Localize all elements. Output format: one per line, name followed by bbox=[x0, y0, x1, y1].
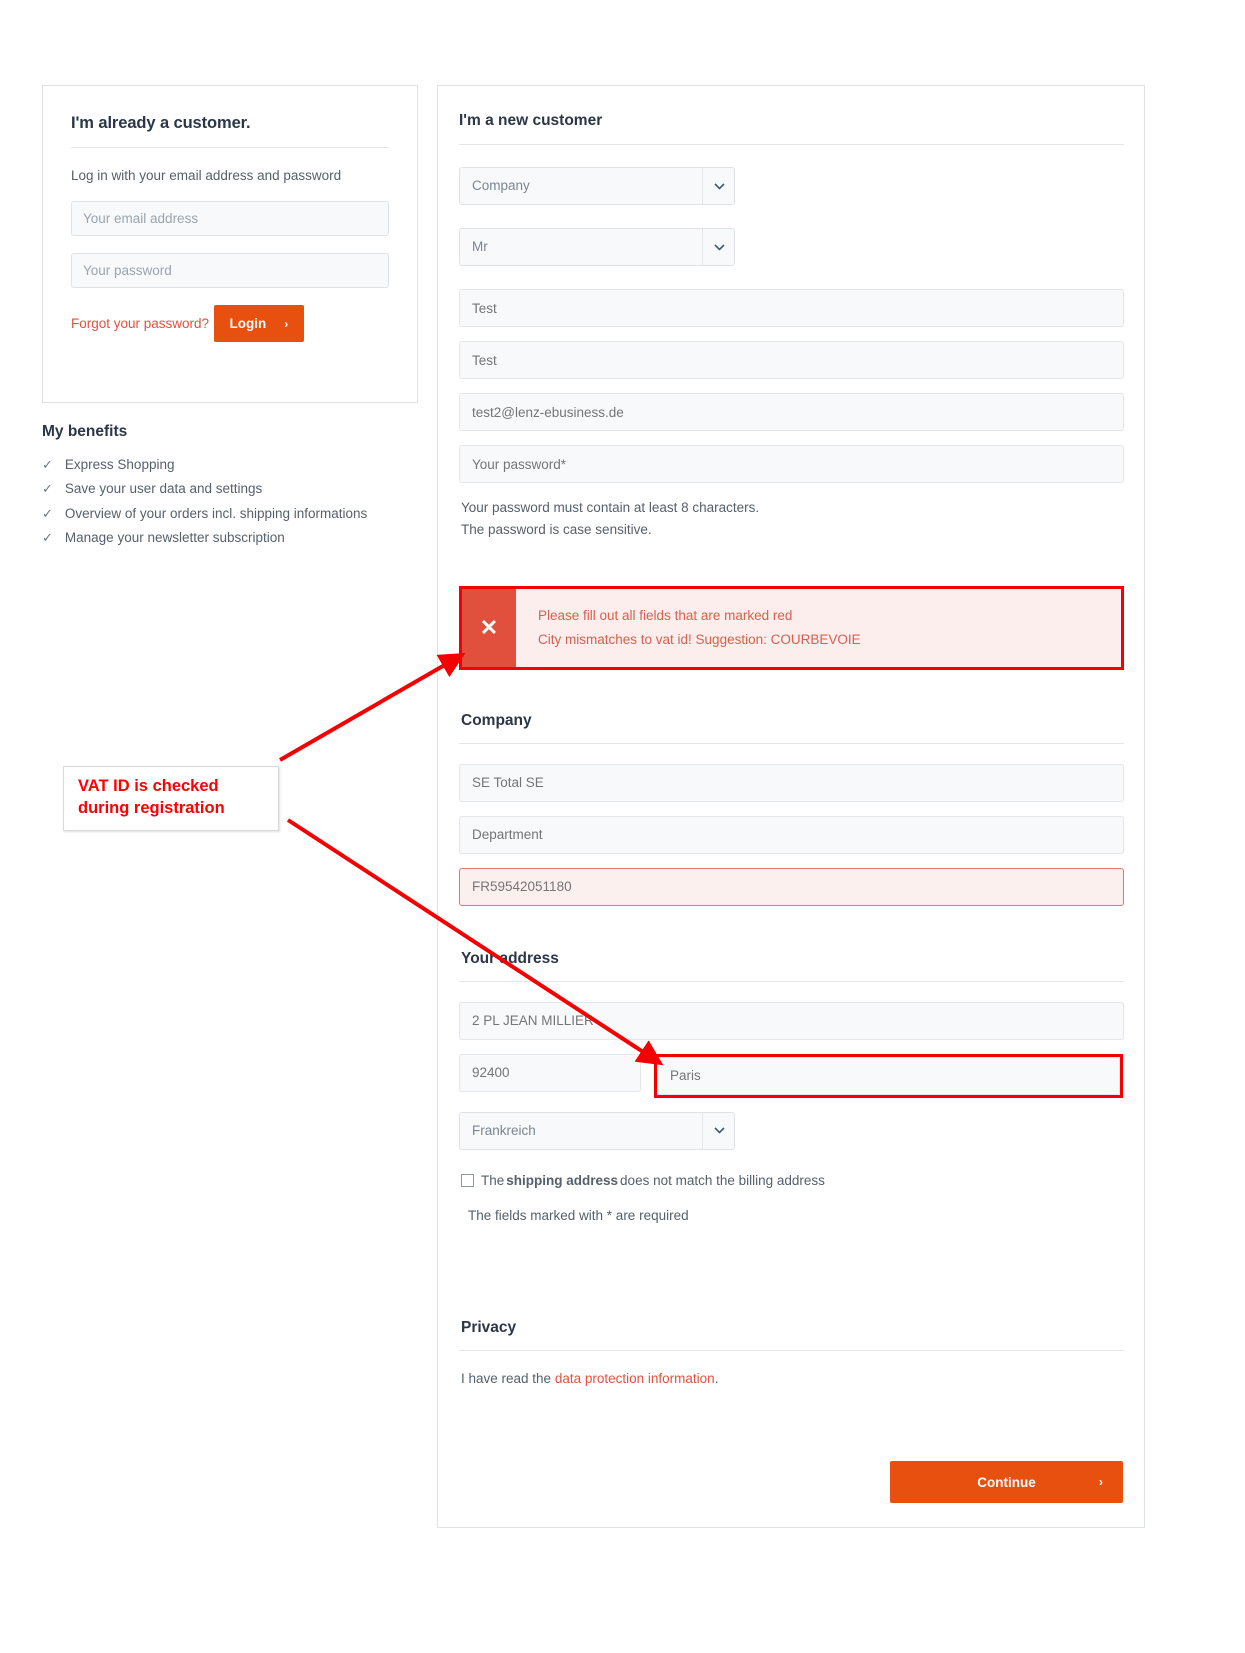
chevron-right-icon: › bbox=[284, 316, 289, 331]
login-button[interactable]: Login › bbox=[213, 305, 305, 342]
check-icon: ✓ bbox=[42, 457, 53, 472]
chevron-down-icon bbox=[702, 228, 735, 266]
country-value: Frankreich bbox=[459, 1111, 735, 1150]
email-input[interactable] bbox=[459, 393, 1124, 431]
login-subtitle: Log in with your email address and passw… bbox=[71, 168, 342, 183]
divider bbox=[459, 1349, 1124, 1351]
privacy-text: I have read the data protection informat… bbox=[461, 1371, 1123, 1386]
login-password-input[interactable] bbox=[71, 253, 389, 288]
forgot-password-link[interactable]: Forgot your password? bbox=[71, 316, 209, 331]
privacy-text-suffix: . bbox=[714, 1370, 719, 1386]
country-select[interactable]: Frankreich bbox=[459, 1111, 735, 1150]
check-icon: ✓ bbox=[42, 529, 53, 545]
privacy-text-prefix: I have read the bbox=[461, 1370, 555, 1386]
chevron-right-icon: › bbox=[1099, 1475, 1103, 1489]
city-input[interactable] bbox=[657, 1056, 1120, 1095]
divider bbox=[459, 980, 1124, 982]
error-message-1: Please fill out all fields that are mark… bbox=[538, 607, 793, 623]
login-panel: I'm already a customer. Log in with your… bbox=[42, 85, 418, 403]
salutation-value: Mr bbox=[459, 228, 735, 266]
error-alert-body: Please fill out all fields that are mark… bbox=[516, 589, 1121, 667]
list-item-label: Overview of your orders incl. shipping i… bbox=[64, 505, 368, 521]
password-hint-line2: The password is case sensitive. bbox=[461, 522, 652, 538]
zip-city-row bbox=[459, 1053, 1123, 1098]
list-item: ✓ Save your user data and settings bbox=[42, 481, 442, 497]
error-message-2: City mismatches to vat id! Suggestion: C… bbox=[538, 631, 861, 647]
required-fields-note: The fields marked with * are required bbox=[468, 1207, 689, 1223]
company-section-title: Company bbox=[461, 711, 532, 729]
registration-title: I'm a new customer bbox=[459, 112, 603, 129]
salutation-select[interactable]: Mr bbox=[459, 228, 735, 266]
continue-button[interactable]: Continue › bbox=[890, 1461, 1123, 1503]
list-item: ✓ Express Shopping bbox=[42, 457, 442, 473]
login-panel-title: I'm already a customer. bbox=[71, 114, 251, 132]
check-icon: ✓ bbox=[42, 481, 53, 497]
arrow-to-error-alert bbox=[279, 653, 466, 762]
login-button-label: Login bbox=[229, 316, 267, 331]
annotation-callout: VAT ID is checked during registration bbox=[63, 766, 279, 831]
company-name-input[interactable] bbox=[459, 763, 1124, 802]
lastname-input[interactable] bbox=[459, 341, 1124, 379]
list-item-label: Express Shopping bbox=[64, 457, 175, 472]
chevron-down-icon bbox=[702, 167, 735, 205]
shipping-checkbox-prefix: The bbox=[481, 1172, 505, 1188]
address-section-title: Your address bbox=[461, 949, 559, 967]
benefits-title: My benefits bbox=[42, 423, 128, 440]
login-email-input[interactable] bbox=[71, 201, 389, 236]
annotation-text: VAT ID is checked during registration bbox=[78, 777, 225, 817]
error-alert-highlight: ✕ Please fill out all fields that are ma… bbox=[459, 585, 1124, 670]
continue-button-label: Continue bbox=[977, 1474, 1036, 1490]
customer-type-select[interactable]: Company bbox=[459, 167, 735, 205]
error-x-icon: ✕ bbox=[462, 588, 516, 667]
registration-page: I'm already a customer. Log in with your… bbox=[0, 0, 1245, 1653]
check-icon: ✓ bbox=[42, 505, 53, 521]
list-item: ✓ Overview of your orders incl. shipping… bbox=[42, 506, 442, 522]
error-alert: ✕ Please fill out all fields that are ma… bbox=[462, 588, 1121, 667]
shipping-checkbox-bold: shipping address bbox=[506, 1172, 619, 1188]
customer-type-value: Company bbox=[459, 167, 735, 205]
divider bbox=[71, 147, 389, 148]
list-item-label: Save your user data and settings bbox=[64, 481, 263, 497]
street-input[interactable] bbox=[459, 1001, 1124, 1040]
registration-panel: I'm a new customer Company Mr Your passw… bbox=[437, 85, 1145, 1528]
list-item: ✓ Manage your newsletter subscription bbox=[42, 530, 442, 546]
shipping-address-checkbox-row[interactable]: The shipping address does not match the … bbox=[461, 1173, 1123, 1188]
password-input[interactable] bbox=[459, 445, 1124, 483]
password-hint: Your password must contain at least 8 ch… bbox=[461, 497, 1123, 542]
department-input[interactable] bbox=[459, 815, 1124, 854]
benefits-section: My benefits ✓ Express Shopping ✓ Save yo… bbox=[42, 423, 442, 554]
zip-input[interactable] bbox=[459, 1053, 641, 1092]
divider bbox=[459, 144, 1124, 145]
divider bbox=[459, 742, 1124, 744]
data-protection-link[interactable]: data protection information bbox=[555, 1371, 715, 1386]
list-item-label: Manage your newsletter subscription bbox=[64, 529, 285, 545]
city-field-highlight bbox=[654, 1053, 1123, 1098]
privacy-section-title: Privacy bbox=[461, 1318, 517, 1336]
password-hint-line1: Your password must contain at least 8 ch… bbox=[461, 500, 760, 515]
checkbox-icon[interactable] bbox=[461, 1173, 474, 1187]
vat-id-input[interactable] bbox=[459, 867, 1124, 906]
chevron-down-icon bbox=[702, 1111, 735, 1150]
shipping-checkbox-suffix: does not match the billing address bbox=[620, 1172, 825, 1188]
firstname-input[interactable] bbox=[459, 289, 1124, 327]
